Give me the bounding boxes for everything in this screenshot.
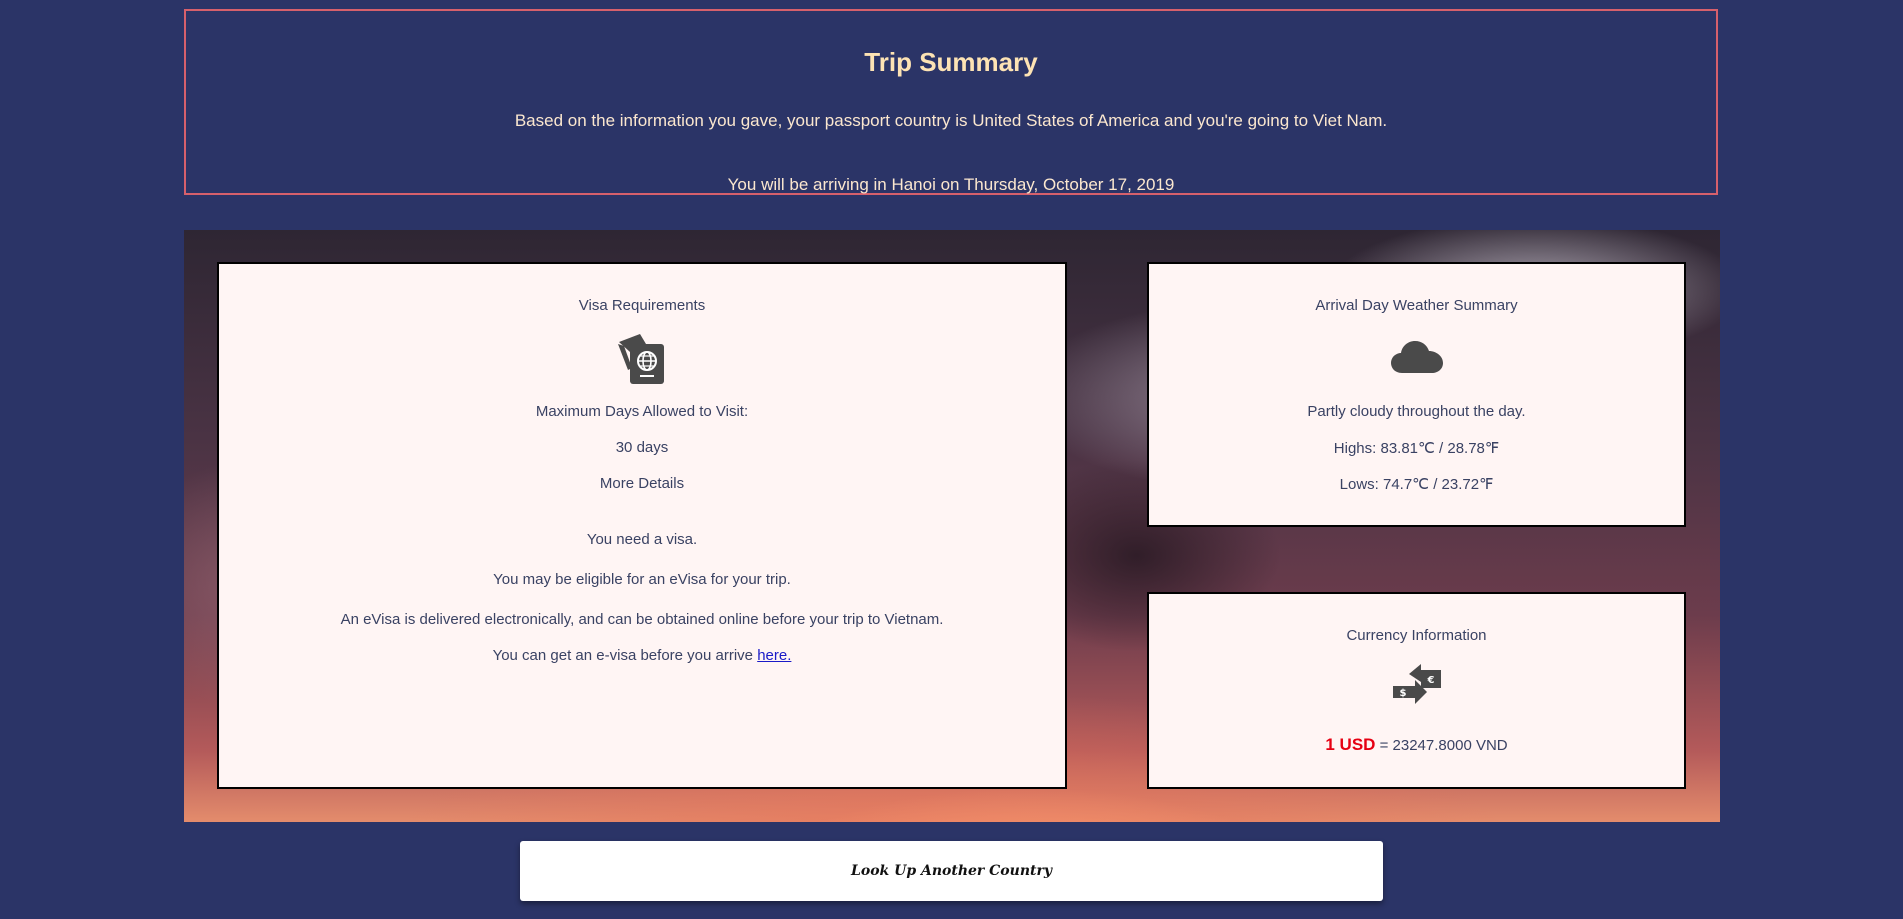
evisa-link-line: You can get an e-visa before you arrive … bbox=[219, 647, 1065, 664]
trip-summary-panel: Trip Summary Based on the information yo… bbox=[184, 9, 1718, 195]
passport-icon bbox=[616, 332, 668, 390]
evisa-link-prefix: You can get an e-visa before you arrive bbox=[492, 647, 754, 664]
weather-lows: Lows: 74.7℃ / 23.72℉ bbox=[1339, 476, 1494, 493]
weather-summary-card: Arrival Day Weather Summary Partly cloud… bbox=[1147, 262, 1686, 527]
evisa-eligible-text: You may be eligible for an eVisa for you… bbox=[493, 571, 791, 588]
max-days-label: Maximum Days Allowed to Visit: bbox=[535, 403, 749, 420]
weather-highs: Highs: 83.81℃ / 28.78℉ bbox=[1333, 440, 1500, 457]
base-currency-amount: 1 USD bbox=[1325, 735, 1376, 754]
arrival-summary-text: You will be arriving in Hanoi on Thursda… bbox=[727, 175, 1175, 194]
weather-description: Partly cloudy throughout the day. bbox=[1307, 403, 1526, 420]
evisa-link[interactable]: here. bbox=[757, 647, 791, 664]
visa-requirements-card: Visa Requirements Maximum Days Allowed t… bbox=[217, 262, 1067, 789]
exchange-rate-value: = 23247.8000 VND bbox=[1375, 737, 1508, 754]
evisa-description-text: An eVisa is delivered electronically, an… bbox=[340, 611, 944, 628]
svg-text:$: $ bbox=[1399, 688, 1406, 699]
currency-info-card: Currency Information € $ 1 USD = 23247.8… bbox=[1147, 592, 1686, 789]
weather-heading: Arrival Day Weather Summary bbox=[1315, 297, 1518, 314]
passport-summary-text: Based on the information you gave, your … bbox=[514, 111, 1388, 130]
visa-needed-text: You need a visa. bbox=[586, 531, 698, 548]
currency-heading: Currency Information bbox=[1346, 627, 1487, 644]
cloud-icon bbox=[1390, 339, 1444, 379]
svg-text:€: € bbox=[1426, 675, 1434, 686]
look-up-another-country-button[interactable]: Look Up Another Country bbox=[520, 841, 1383, 901]
max-days-value: 30 days bbox=[615, 439, 669, 456]
currency-exchange-icon: € $ bbox=[1391, 662, 1443, 716]
exchange-rate-line: 1 USD = 23247.8000 VND bbox=[1149, 735, 1684, 755]
visa-heading: Visa Requirements bbox=[578, 297, 706, 314]
more-details-heading: More Details bbox=[599, 475, 685, 492]
page-title: Trip Summary bbox=[864, 47, 1038, 77]
